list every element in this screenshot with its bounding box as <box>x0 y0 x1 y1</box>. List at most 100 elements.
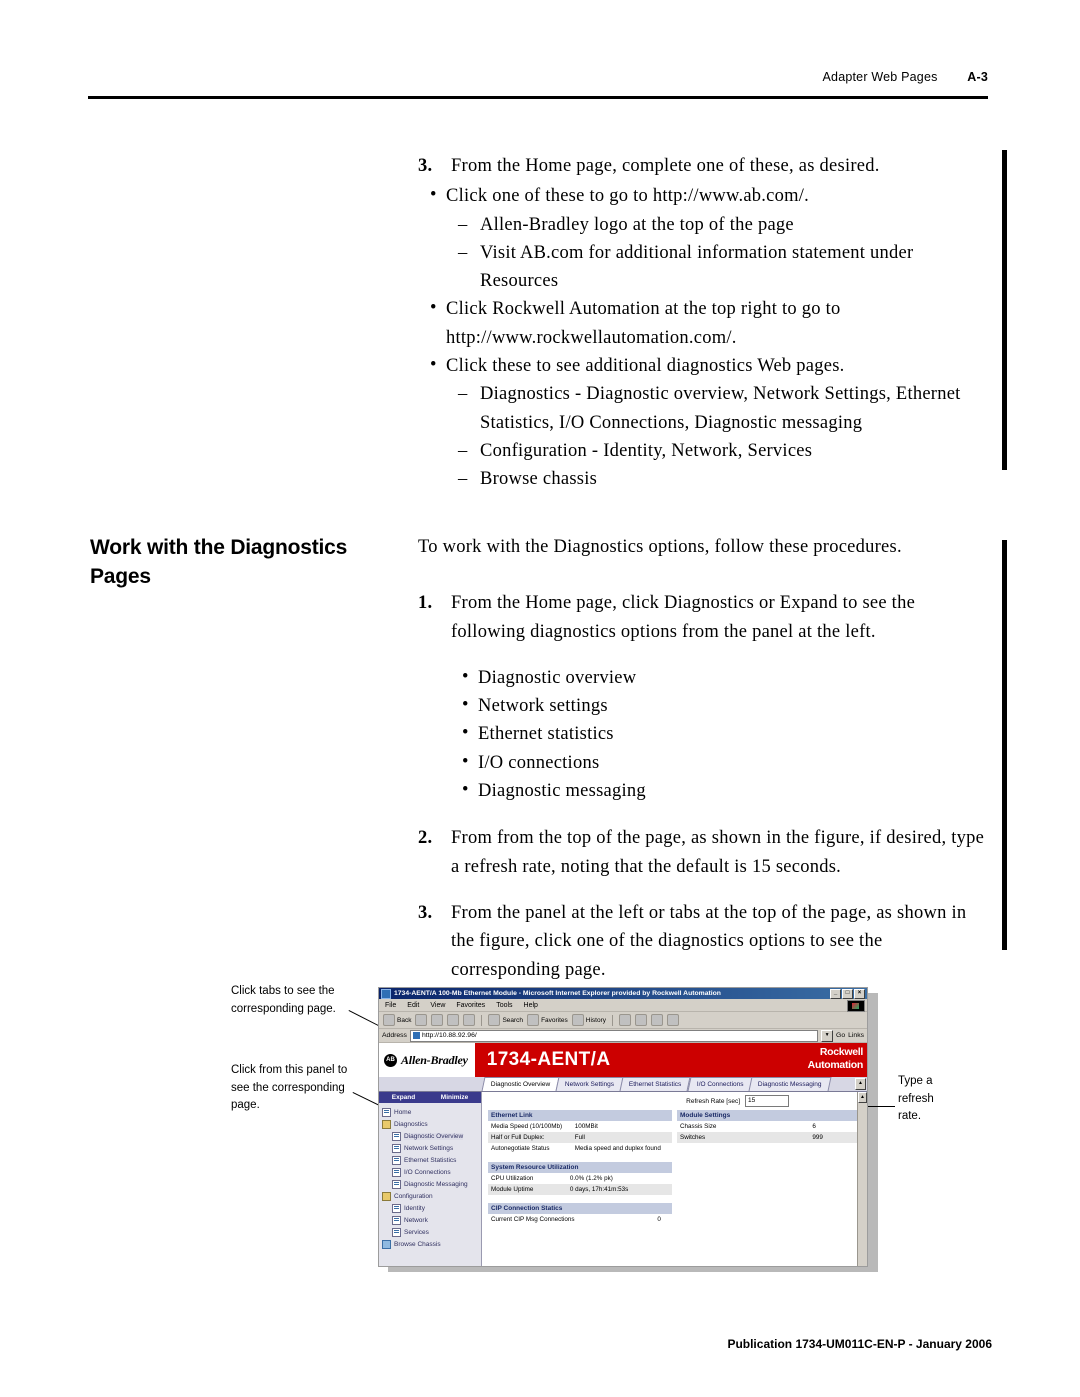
back-label: Back <box>397 1016 412 1024</box>
page-icon <box>392 1143 401 1153</box>
page-icon <box>412 1032 420 1039</box>
minimize-button[interactable]: Minimize <box>441 1094 468 1101</box>
procedure-block: To work with the Diagnostics options, fo… <box>418 533 993 984</box>
menu-view[interactable]: View <box>430 1002 445 1009</box>
tab-label: Diagnostic Messaging <box>758 1081 822 1088</box>
row-label: Chassis Size <box>680 1123 717 1130</box>
diagnostics-tables: Ethernet Link Media Speed (10/100Mb) 100… <box>482 1110 867 1225</box>
window-buttons: _ □ × <box>830 988 865 999</box>
row-value: 6 <box>812 1123 816 1130</box>
tab-scroll-up-icon[interactable]: ▲ <box>855 1078 866 1090</box>
stop-icon[interactable] <box>431 1014 444 1026</box>
tab-ethernet-statistics[interactable]: Ethernet Statistics <box>619 1077 692 1091</box>
nav-item-identity[interactable]: Identity <box>392 1202 481 1214</box>
nav-item-io-connections[interactable]: I/O Connections <box>392 1166 481 1178</box>
dash-glyph: – <box>458 214 468 235</box>
forward-arrow-icon[interactable] <box>415 1014 428 1026</box>
close-button[interactable]: × <box>854 988 865 999</box>
home-icon[interactable] <box>463 1014 476 1026</box>
nav-item-diagnostics[interactable]: Diagnostics <box>382 1118 481 1130</box>
nav-item-network[interactable]: Network <box>392 1214 481 1226</box>
address-input[interactable]: http://10.88.92.96/ <box>409 1029 819 1042</box>
page-footer: Publication 1734-UM011C-EN-P - January 2… <box>727 1337 992 1351</box>
nav-item-network-settings[interactable]: Network Settings <box>392 1142 481 1154</box>
links-button[interactable]: Links <box>848 1032 864 1039</box>
nav-item-home[interactable]: Home <box>382 1106 481 1118</box>
edit-icon[interactable] <box>651 1014 664 1026</box>
top-dash-3-2-text: Configuration - Identity, Network, Servi… <box>480 440 813 461</box>
tab-diagnostic-overview[interactable]: Diagnostic Overview <box>481 1077 560 1091</box>
back-button[interactable]: Back <box>383 1014 411 1026</box>
procedure-step-3: 3. From the panel at the left or tabs at… <box>418 899 993 984</box>
favorites-label: Favorites <box>541 1016 568 1024</box>
search-button[interactable]: Search <box>488 1014 523 1026</box>
tab-label: Network Settings <box>565 1081 615 1088</box>
nav-item-diagnostic-overview[interactable]: Diagnostic Overview <box>392 1130 481 1142</box>
go-button[interactable]: Go <box>836 1032 845 1039</box>
nav-item-diagnostic-messaging[interactable]: Diagnostic Messaging <box>392 1178 481 1190</box>
bullet-glyph: • <box>462 751 469 772</box>
tab-diagnostic-messaging[interactable]: Diagnostic Messaging <box>748 1077 832 1091</box>
menu-favorites[interactable]: Favorites <box>456 1002 485 1009</box>
refresh-icon[interactable] <box>447 1014 460 1026</box>
maximize-button[interactable]: □ <box>842 988 853 999</box>
scroll-up-icon[interactable]: ▲ <box>858 1092 867 1103</box>
bullet-glyph: • <box>462 666 469 687</box>
callout-tabs: Click tabs to see the corresponding page… <box>231 985 336 1015</box>
top-step-block: 3. From the Home page, complete one of t… <box>418 152 993 494</box>
history-label: History <box>585 1016 607 1024</box>
tab-network-settings[interactable]: Network Settings <box>555 1077 624 1091</box>
menu-edit[interactable]: Edit <box>407 1002 419 1009</box>
table-row: Switches 999 <box>677 1132 861 1143</box>
favorites-button[interactable]: Favorites <box>527 1014 568 1026</box>
refresh-rate-label: Refresh Rate [sec] <box>686 1097 740 1105</box>
tab-label: Ethernet Statistics <box>629 1081 682 1088</box>
option-label: Diagnostic messaging <box>478 781 646 802</box>
brand-banner: AB Allen-Bradley 1734-AENT/A Rockwell Au… <box>379 1043 867 1077</box>
ie-document-icon <box>381 988 391 999</box>
discuss-icon[interactable] <box>667 1014 680 1026</box>
minimize-button[interactable]: _ <box>830 988 841 999</box>
mail-icon[interactable] <box>619 1014 632 1026</box>
expand-button[interactable]: Expand <box>392 1094 415 1101</box>
menu-file[interactable]: File <box>385 1002 396 1009</box>
top-bullet-3: • Click these to see additional diagnost… <box>426 352 993 380</box>
nav-item-ethernet-statistics[interactable]: Ethernet Statistics <box>392 1154 481 1166</box>
dash-glyph: – <box>458 384 468 405</box>
nav-item-configuration[interactable]: Configuration <box>382 1190 481 1202</box>
print-icon[interactable] <box>635 1014 648 1026</box>
top-bullet-1: • Click one of these to go to http://www… <box>426 182 993 210</box>
top-dash-3-3: – Browse chassis <box>458 465 993 493</box>
procedure-intro: To work with the Diagnostics options, fo… <box>418 537 902 557</box>
procedure-step-2-text: From from the top of the page, as shown … <box>451 828 985 877</box>
row-label: Media Speed (10/100Mb) <box>491 1123 563 1130</box>
dash-glyph: – <box>458 242 468 263</box>
top-bullet-2: • Click Rockwell Automation at the top r… <box>426 295 993 352</box>
bullet-glyph: • <box>430 355 437 376</box>
nav-item-browse-chassis[interactable]: Browse Chassis <box>382 1238 481 1250</box>
allen-bradley-logo[interactable]: AB Allen-Bradley <box>379 1043 475 1077</box>
browser-title-bar: 1734-AENT/A 100-Mb Ethernet Module - Mic… <box>379 988 867 999</box>
tab-io-connections[interactable]: I/O Connections <box>687 1077 753 1091</box>
menu-help[interactable]: Help <box>524 1002 538 1009</box>
nav-item-services[interactable]: Services <box>392 1226 481 1238</box>
refresh-rate-input[interactable]: 15 <box>745 1095 789 1107</box>
rockwell-automation-logo[interactable]: Rockwell Automation <box>808 1046 864 1072</box>
nav-item-label: Services <box>404 1228 429 1236</box>
top-dash-3-1: – Diagnostics - Diagnostic overview, Net… <box>458 380 993 437</box>
back-arrow-icon <box>383 1014 395 1026</box>
change-bar-lower <box>1002 540 1007 950</box>
toolbar-separator <box>612 1014 614 1026</box>
nav-item-label: Home <box>394 1108 412 1116</box>
table-row: CPU Utilization 0.0% (1.2% pk) <box>488 1173 672 1184</box>
history-button[interactable]: History <box>571 1014 607 1026</box>
address-url: http://10.88.92.96/ <box>421 1032 477 1039</box>
ra-line-1: Rockwell <box>819 1046 863 1058</box>
bullet-glyph: • <box>430 298 437 319</box>
navigation-panel: Expand Minimize Home Diagnostics Diagnos… <box>379 1092 482 1266</box>
content-vertical-scrollbar[interactable]: ▲ <box>857 1092 867 1266</box>
diagnostics-option-list: • Diagnostic overview • Network settings… <box>418 664 993 805</box>
address-dropdown-icon[interactable]: ▼ <box>821 1029 834 1042</box>
table-section-header: Module Settings <box>677 1110 861 1121</box>
menu-tools[interactable]: Tools <box>496 1002 512 1009</box>
